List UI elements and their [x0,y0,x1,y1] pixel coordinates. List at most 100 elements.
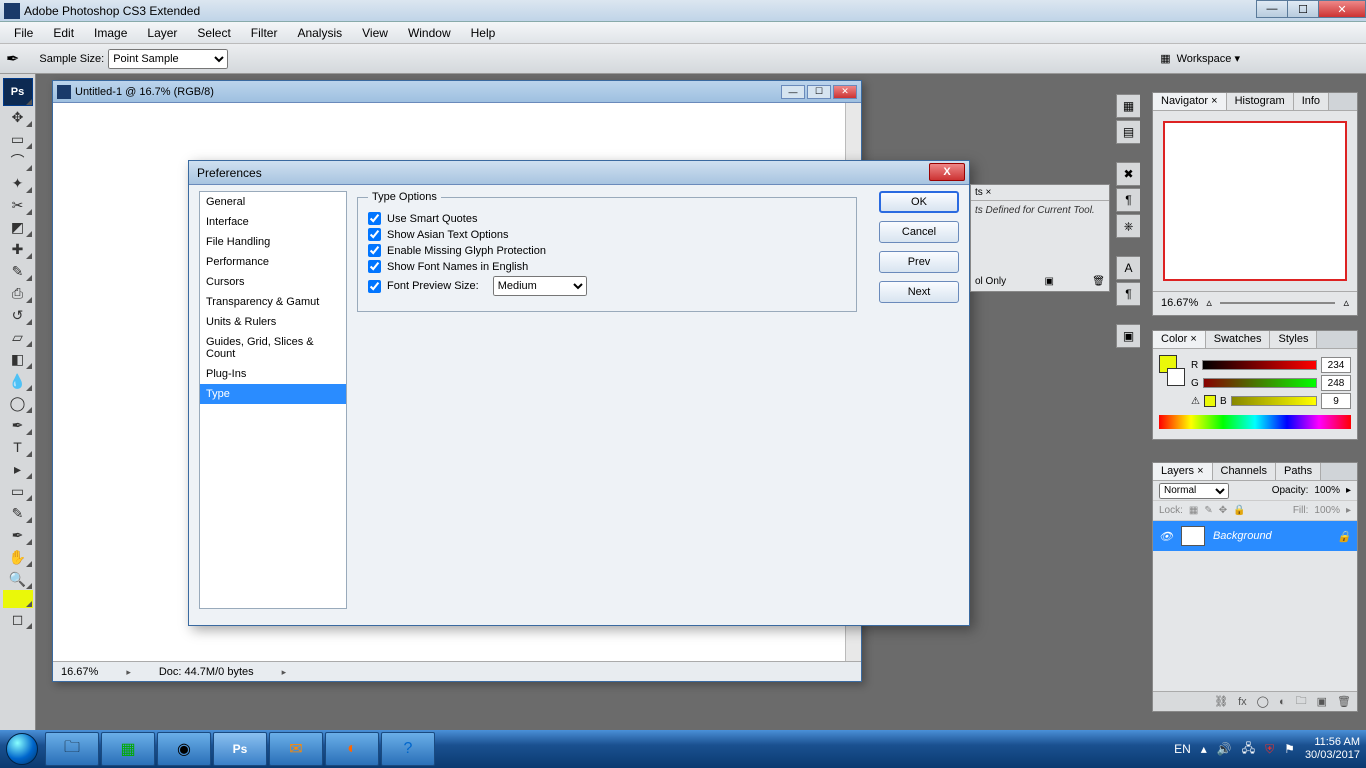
tool-shape[interactable]: ▭ [3,480,33,502]
maximize-button[interactable]: ☐ [1287,0,1319,18]
tray-clock[interactable]: 11:56 AM 30/03/2017 [1305,736,1360,762]
navigator-zoom-slider[interactable] [1220,302,1336,304]
tray-network-icon[interactable]: 🖧 [1242,739,1255,760]
pref-cat-plugins[interactable]: Plug-Ins [200,364,346,384]
tray-flag-icon[interactable]: ⚑ [1284,742,1295,756]
pref-cat-transparency[interactable]: Transparency & Gamut [200,292,346,312]
doc-maximize-button[interactable]: ☐ [807,85,831,99]
next-button[interactable]: Next [879,281,959,303]
taskbar-photoshop[interactable]: Ps [213,732,267,766]
tool-lasso[interactable]: ⌒ [3,150,33,172]
cancel-button[interactable]: Cancel [879,221,959,243]
font-preview-size-select[interactable]: Medium [493,276,587,296]
tool-history-brush[interactable]: ↺ [3,304,33,326]
pref-cat-file-handling[interactable]: File Handling [200,232,346,252]
dock-tab-6[interactable]: A [1116,256,1140,280]
tool-zoom[interactable]: 🔍 [3,568,33,590]
fill-arrow-icon[interactable]: ▸ [1346,505,1351,516]
lock-pixels-icon[interactable]: ✎ [1204,505,1212,516]
menu-window[interactable]: Window [398,26,461,40]
tool-dodge[interactable]: ◯ [3,392,33,414]
g-slider[interactable] [1203,378,1317,388]
tool-presets-tab[interactable]: ts × [971,185,1109,201]
layer-item-background[interactable]: 👁 Background 🔒 [1153,521,1357,551]
tab-color[interactable]: Color × [1153,331,1206,348]
zoom-out-icon[interactable]: ▵ [1206,296,1212,309]
menu-analysis[interactable]: Analysis [287,26,352,40]
menu-filter[interactable]: Filter [241,26,288,40]
taskbar-excel[interactable]: ▦ [101,732,155,766]
menu-edit[interactable]: Edit [43,26,84,40]
lock-transparency-icon[interactable]: ▦ [1189,505,1198,516]
preferences-close-button[interactable]: X [929,163,965,181]
navigator-thumbnail[interactable] [1163,121,1347,281]
opacity-value[interactable]: 100% [1314,485,1340,496]
tool-ps-logo[interactable]: Ps [3,78,33,106]
g-input[interactable] [1321,375,1351,391]
check-asian-text[interactable] [368,228,381,241]
layer-fx-icon[interactable]: fx [1238,696,1247,708]
sample-size-select[interactable]: Point Sample [108,49,228,69]
tool-notes[interactable]: ✎ [3,502,33,524]
dock-tab-1[interactable]: ▦ [1116,94,1140,118]
workspace-menu[interactable]: Workspace ▾ [1177,52,1240,65]
tool-type[interactable]: T [3,436,33,458]
tool-pen[interactable]: ✒ [3,414,33,436]
link-layers-icon[interactable]: ⛓ [1214,695,1228,708]
taskbar-explorer[interactable]: 🗀 [45,732,99,766]
dock-tab-8[interactable]: ▣ [1116,324,1140,348]
tray-volume-icon[interactable]: 🔊 [1217,742,1232,756]
tool-crop[interactable]: ✂ [3,194,33,216]
zoom-in-icon[interactable]: ▵ [1343,296,1349,309]
taskbar-help[interactable]: ? [381,732,435,766]
tool-stamp[interactable]: ⎙ [3,282,33,304]
tool-hand[interactable]: ✋ [3,546,33,568]
document-titlebar[interactable]: Untitled-1 @ 16.7% (RGB/8) — ☐ ✕ [53,81,861,103]
menu-image[interactable]: Image [84,26,137,40]
tool-eyedropper[interactable]: ✒ [3,524,33,546]
tab-styles[interactable]: Styles [1270,331,1317,348]
doc-close-button[interactable]: ✕ [833,85,857,99]
r-input[interactable] [1321,357,1351,373]
tray-up-icon[interactable]: ▴ [1201,742,1207,756]
preferences-titlebar[interactable]: Preferences [189,161,969,185]
tool-eraser[interactable]: ▱ [3,326,33,348]
b-input[interactable] [1321,393,1351,409]
visibility-eye-icon[interactable]: 👁 [1159,530,1173,543]
tray-lang[interactable]: EN [1174,742,1191,756]
dock-tab-4[interactable]: ¶ [1116,188,1140,212]
new-preset-icon[interactable]: ▣ [1044,276,1053,287]
tool-marquee[interactable]: ▭ [3,128,33,150]
workspace-icon[interactable]: ▦ [1160,52,1170,65]
lock-position-icon[interactable]: ✥ [1219,505,1227,516]
check-smart-quotes[interactable] [368,212,381,225]
eyedropper-icon[interactable]: ✒ [6,49,19,69]
check-glyph-protection[interactable] [368,244,381,257]
pref-cat-performance[interactable]: Performance [200,252,346,272]
tool-brush[interactable]: ✎ [3,260,33,282]
check-font-english[interactable] [368,260,381,273]
tool-move[interactable]: ✥ [3,106,33,128]
ok-button[interactable]: OK [879,191,959,213]
taskbar-outlook[interactable]: ✉ [269,732,323,766]
background-swatch[interactable] [1167,368,1185,386]
pref-cat-guides[interactable]: Guides, Grid, Slices & Count [200,332,346,364]
tool-heal[interactable]: ✚ [3,238,33,260]
tab-swatches[interactable]: Swatches [1206,331,1271,348]
adjustment-layer-icon[interactable]: ◐ [1279,696,1286,708]
quickmask-toggle[interactable]: ◻ [3,608,33,630]
foreground-color[interactable] [3,590,33,608]
dock-tab-3[interactable]: ✖ [1116,162,1140,186]
tab-channels[interactable]: Channels [1213,463,1276,480]
start-button[interactable] [0,730,44,768]
taskbar-chrome[interactable]: ◉ [157,732,211,766]
tab-info[interactable]: Info [1294,93,1329,110]
lock-all-icon[interactable]: 🔒 [1233,505,1245,516]
tab-histogram[interactable]: Histogram [1227,93,1294,110]
tool-slice[interactable]: ◩ [3,216,33,238]
menu-help[interactable]: Help [461,26,506,40]
trash-icon[interactable]: 🗑 [1092,276,1105,287]
prev-button[interactable]: Prev [879,251,959,273]
taskbar-firefox[interactable]: ◐ [325,732,379,766]
pref-cat-units[interactable]: Units & Rulers [200,312,346,332]
